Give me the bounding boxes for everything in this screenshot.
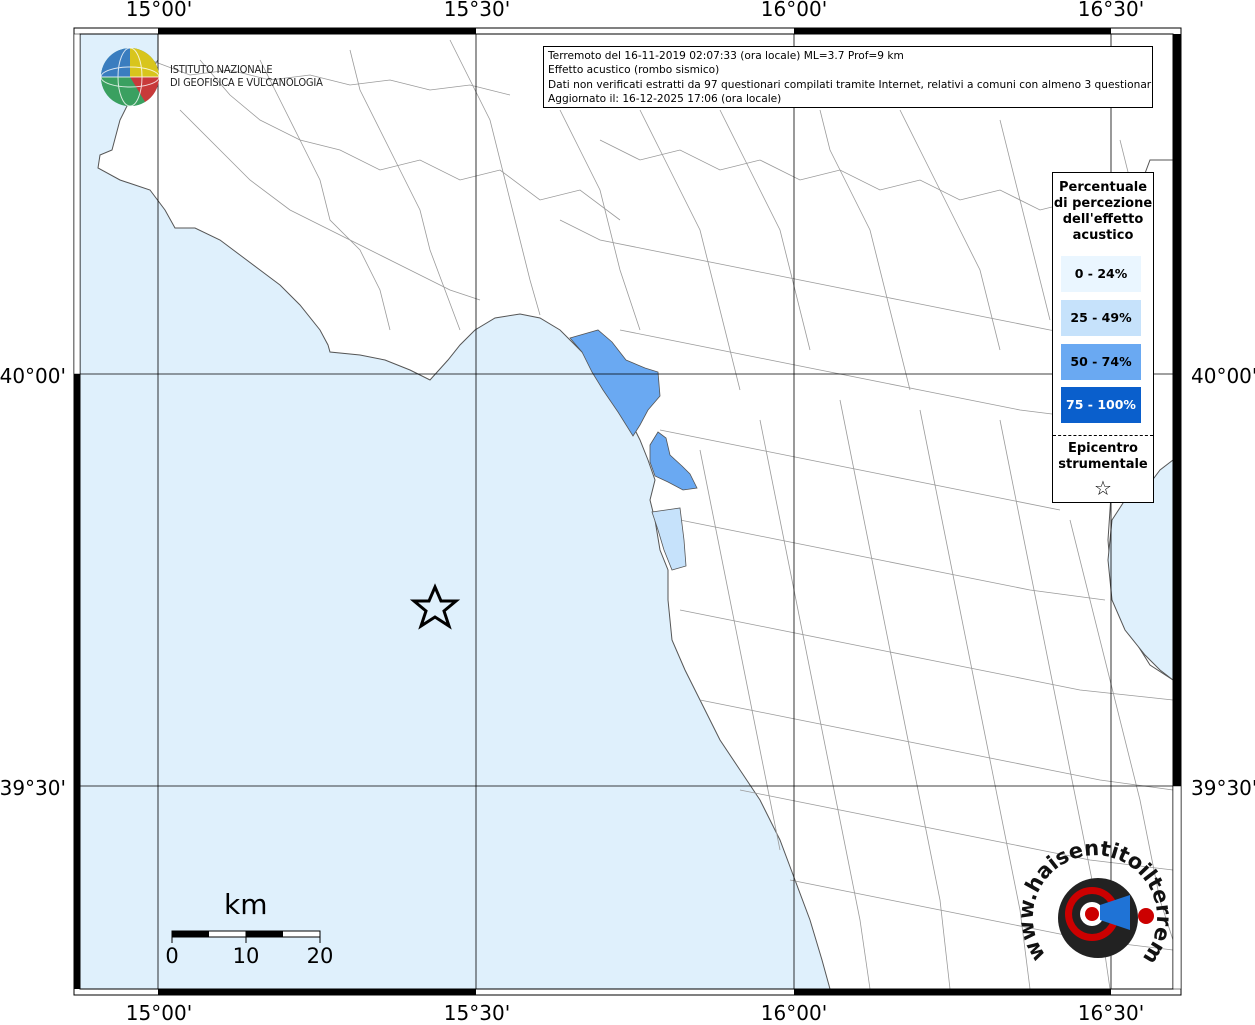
lat-label-right-2: 39°30' [1191, 776, 1255, 800]
event-info-line-4: Aggiornato il: 16-12-2025 17:06 (ora loc… [548, 93, 782, 106]
legend-title-line-2: di percezione [1053, 196, 1153, 211]
legend-epicenter-label: Epicentro strumentale [1053, 441, 1153, 473]
map-canvas: www.haisentitoilterremoto.it [0, 0, 1182, 996]
event-info-line-3: Dati non verificati estratti da 97 quest… [548, 78, 1153, 91]
lon-label-bottom-2: 15°30' [443, 1001, 511, 1025]
scale-tick-10: 10 [232, 944, 260, 968]
ingv-logo-icon [100, 47, 160, 107]
ingv-logo-text: ISTITUTO NAZIONALE DI GEOFISICA E VULCAN… [170, 63, 323, 89]
lon-label-top-1: 15°00' [125, 0, 193, 21]
scale-unit: km [224, 888, 268, 921]
scale-tick-0: 0 [165, 944, 179, 968]
lon-label-top-2: 15°30' [443, 0, 511, 21]
lon-label-bottom-1: 15°00' [125, 1001, 193, 1025]
scale-tick-20: 20 [306, 944, 334, 968]
legend-title-line-4: acustico [1072, 228, 1134, 243]
legend-class-75-100: 75 - 100% [1061, 387, 1141, 423]
ingv-logo-line-2: DI GEOFISICA E VULCANOLOGIA [170, 76, 323, 89]
lon-label-top-3: 16°00' [760, 0, 828, 21]
lat-label-left-2: 39°30' [0, 776, 66, 800]
legend-star-icon: ☆ [1094, 476, 1112, 500]
lon-label-top-4: 16°30' [1077, 0, 1145, 21]
legend-class-50-74: 50 - 74% [1061, 344, 1141, 380]
lon-label-bottom-3: 16°00' [760, 1001, 828, 1025]
legend-title-line-1: Percentuale [1058, 180, 1148, 195]
lat-label-left-1: 40°00' [0, 364, 66, 388]
lat-label-right-1: 40°00' [1191, 364, 1255, 388]
legend-title-line-3: dell'effetto [1062, 212, 1144, 227]
ingv-logo-line-1: ISTITUTO NAZIONALE [170, 63, 273, 76]
lon-label-bottom-4: 16°30' [1077, 1001, 1145, 1025]
legend: Percentuale di percezione dell'effetto a… [1052, 172, 1154, 503]
event-info-line-2: Effetto acustico (rombo sismico) [548, 64, 720, 77]
event-info-box: Terremoto del 16-11-2019 02:07:33 (ora l… [543, 46, 1153, 108]
event-info-line-1: Terremoto del 16-11-2019 02:07:33 (ora l… [548, 50, 904, 62]
legend-class-0-24: 0 - 24% [1061, 256, 1141, 292]
legend-separator [1053, 435, 1153, 436]
legend-epicenter-line-2: strumentale [1058, 457, 1148, 472]
legend-title: Percentuale di percezione dell'effetto a… [1053, 180, 1153, 244]
legend-epicenter-line-1: Epicentro [1068, 441, 1138, 456]
legend-class-25-49: 25 - 49% [1061, 300, 1141, 336]
